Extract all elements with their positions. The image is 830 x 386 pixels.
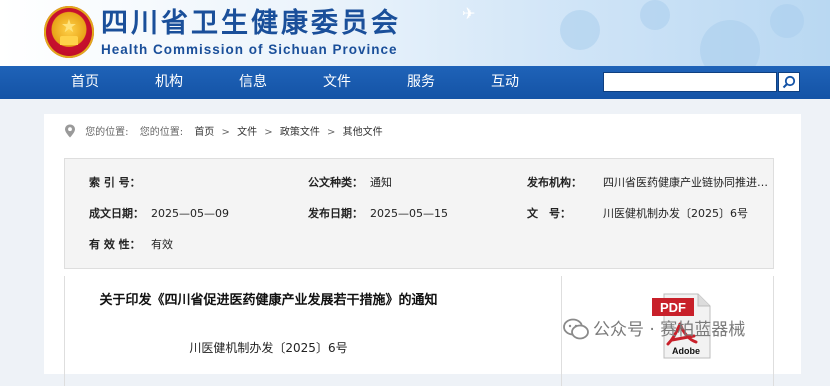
document-type-label: 公文种类：: [308, 176, 363, 189]
search-icon: [782, 75, 796, 89]
site-title[interactable]: 四川省卫生健康委员会: [101, 8, 401, 40]
breadcrumb-prefix: 您的位置:: [139, 127, 184, 138]
breadcrumb-separator: >: [327, 127, 336, 138]
published-date-label: 发布日期：: [308, 207, 363, 220]
decorative-silhouette: [770, 4, 804, 38]
created-date-label: 成文日期：: [89, 207, 144, 220]
document-metadata-panel: 索 引 号： 公文种类： 通知 发布机构： 四川省医药健康产业链协同推进… 成文…: [64, 158, 774, 269]
main-nav: 首页 机构 信息 文件 服务 互动: [0, 66, 830, 99]
wechat-watermark: 公众号 · 赛柏蓝器械: [563, 318, 745, 342]
breadcrumb-item-other-documents[interactable]: 其他文件: [343, 125, 383, 141]
document-title: 关于印发《四川省促进医药健康产业发展若干措施》的通知: [99, 293, 438, 308]
nav-item-services[interactable]: 服务: [391, 66, 451, 99]
search-button[interactable]: [778, 72, 800, 92]
breadcrumb-item-policy-documents[interactable]: 政策文件: [280, 125, 320, 141]
validity-value: 有效: [151, 238, 173, 251]
breadcrumb-item-documents[interactable]: 文件: [237, 125, 257, 141]
site-subtitle: Health Commission of Sichuan Province: [101, 42, 398, 57]
nav-item-organization[interactable]: 机构: [139, 66, 199, 99]
nav-item-documents[interactable]: 文件: [307, 66, 367, 99]
nav-item-interaction[interactable]: 互动: [475, 66, 535, 99]
decorative-silhouette: [560, 10, 600, 50]
document-number-label: 文 号：: [527, 207, 571, 220]
search-input[interactable]: [603, 72, 777, 92]
column-divider: [561, 276, 562, 386]
document-number-value: 川医健机制办发〔2025〕6号: [603, 207, 748, 220]
pdf-label: PDF: [660, 300, 686, 315]
breadcrumb-separator: >: [221, 127, 230, 138]
adobe-label: Adobe: [672, 346, 700, 356]
wechat-icon: [563, 318, 589, 340]
issuing-agency-label: 发布机构：: [527, 176, 582, 189]
national-emblem-icon[interactable]: ★: [44, 6, 94, 58]
location-pin-icon: [65, 124, 75, 138]
breadcrumb-item-home[interactable]: 首页: [194, 125, 214, 141]
nav-item-information[interactable]: 信息: [223, 66, 283, 99]
breadcrumb: 您的位置: 您的位置: 首页 > 文件 > 政策文件 > 其他文件: [64, 124, 383, 140]
issuing-agency-value: 四川省医药健康产业链协同推进…: [603, 176, 768, 189]
watermark-text: 公众号 · 赛柏蓝器械: [593, 320, 746, 340]
decorative-silhouette: [700, 20, 760, 67]
bird-icon: ✈: [462, 4, 476, 23]
nav-item-home[interactable]: 首页: [55, 66, 115, 99]
document-number: 川医健机制办发〔2025〕6号: [189, 341, 348, 355]
created-date-value: 2025—05—09: [151, 207, 229, 220]
breadcrumb-separator: >: [264, 127, 273, 138]
validity-label: 有 效 性：: [89, 238, 141, 251]
published-date-value: 2025—05—15: [370, 207, 448, 220]
breadcrumb-prefix: 您的位置:: [85, 127, 129, 138]
document-type-value: 通知: [370, 176, 392, 189]
site-header: ✈ ★ 四川省卫生健康委员会 Health Commission of Sich…: [0, 0, 830, 67]
decorative-silhouette: [640, 0, 670, 30]
index-number-label: 索 引 号：: [89, 176, 141, 189]
